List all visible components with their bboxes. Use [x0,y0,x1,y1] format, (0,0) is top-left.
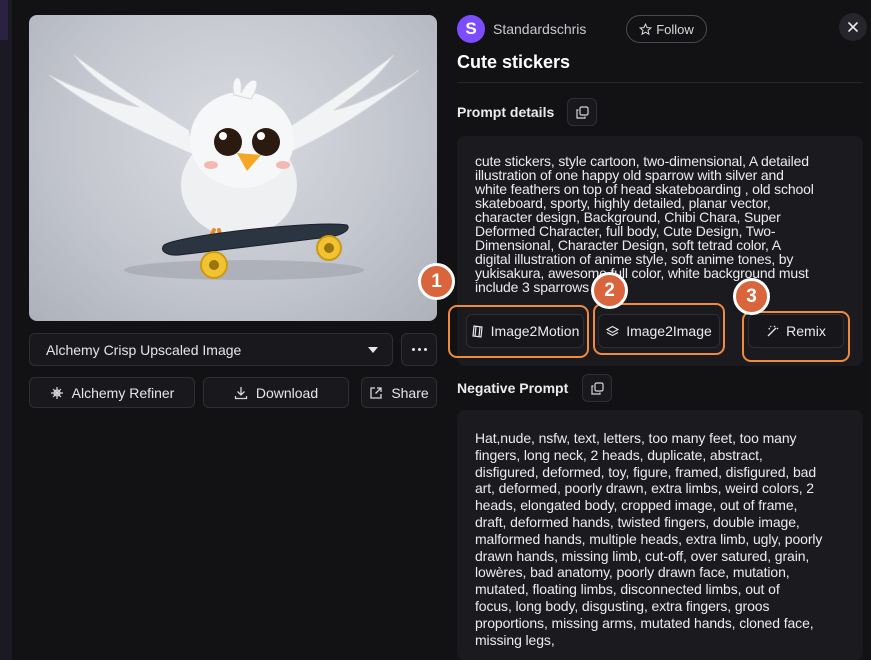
text-line: lowères, bad anatomy, poorly drawn face,… [475,564,790,581]
negative-prompt-text: Hat,nude, nsfw, text, letters, too many … [475,430,855,648]
alchemy-refiner-button[interactable]: Alchemy Refiner [29,377,195,408]
text-line: illustration of one happy old sparrow wi… [475,167,784,183]
download-label: Download [255,384,319,401]
dot-icon [423,348,427,351]
highlight-image2image [593,303,725,355]
text-line: proportions, missing arms, mutated hands… [475,614,814,631]
left-edge-accent [0,0,8,40]
download-button[interactable]: Download [203,377,349,408]
prompt-details-label: Prompt details [457,104,555,120]
alchemy-refiner-label: Alchemy Refiner [71,384,175,401]
header-divider [457,82,863,83]
close-button[interactable] [839,13,867,41]
generated-image[interactable] [29,15,437,321]
text-line: focus, long body, disgusting, extra fing… [475,597,770,614]
text-line: Dimensional, Character Design, soft tetr… [475,237,781,253]
text-line: character design, Background, Chibi Char… [475,209,781,225]
text-line: disfigured, deformed, toy, figure, frame… [475,463,817,480]
text-line: malformed hands, multiple heads, extra l… [475,530,823,547]
copy-icon [575,105,589,119]
refiner-icon [50,386,63,399]
avatar[interactable]: S [457,15,485,43]
step-marker-2: 2 [591,272,628,309]
chevron-down-icon [368,346,378,353]
step-marker-3: 3 [733,278,770,315]
text-line: cute stickers, style cartoon, two-dimens… [475,153,809,169]
text-line: fingers, long neck, 2 heads, duplicate, … [475,446,763,463]
text-line: skateboard, sporty, highly detailed, pla… [475,195,771,211]
text-line: include 3 sparrows [475,279,590,295]
text-line: heads, elongated body, cropped image, ou… [475,497,798,514]
text-line: draft, deformed hands, twisted fingers, … [475,513,800,530]
text-line: white feathers on top of head skateboard… [475,181,814,197]
share-icon [370,386,382,399]
follow-button[interactable]: Follow [626,15,707,43]
negative-prompt-label: Negative Prompt [457,380,569,396]
highlight-remix [742,311,850,362]
model-select-value: Alchemy Crisp Upscaled Image [46,341,242,358]
text-line: missing legs, [475,631,555,648]
username-link[interactable]: Standardschris [493,21,586,37]
more-options-button[interactable] [401,333,437,366]
page-title: Cute stickers [457,52,571,72]
text-line: Deformed Character, full body, Cute Desi… [475,223,776,239]
text-line: mutated, floating limbs, disconnected li… [475,581,780,598]
share-label: Share [391,384,429,401]
text-line: drawn hands, missing limb, cut-off, over… [475,547,810,564]
download-icon [234,386,248,399]
step-marker-1: 1 [418,263,455,300]
star-icon [639,22,653,35]
text-line: yukisakura, awesome full color, white ba… [475,265,809,281]
left-edge-strip [0,0,12,660]
follow-label: Follow [656,21,694,37]
text-line: art, deformed, poorly drawn, extra limbs… [475,480,814,497]
prompt-text: cute stickers, style cartoon, two-dimens… [475,154,855,294]
copy-negative-prompt-button[interactable] [582,374,612,402]
text-line: digital illustration of anime style, sof… [475,251,794,267]
dot-icon [411,348,415,351]
dot-icon [417,348,421,351]
model-select[interactable]: Alchemy Crisp Upscaled Image [29,333,393,366]
text-line: Hat,nude, nsfw, text, letters, too many … [475,430,797,446]
copy-prompt-button[interactable] [567,98,597,126]
close-icon [847,21,859,33]
share-button[interactable]: Share [361,377,437,408]
highlight-image2motion [448,305,589,358]
copy-icon [590,381,604,395]
